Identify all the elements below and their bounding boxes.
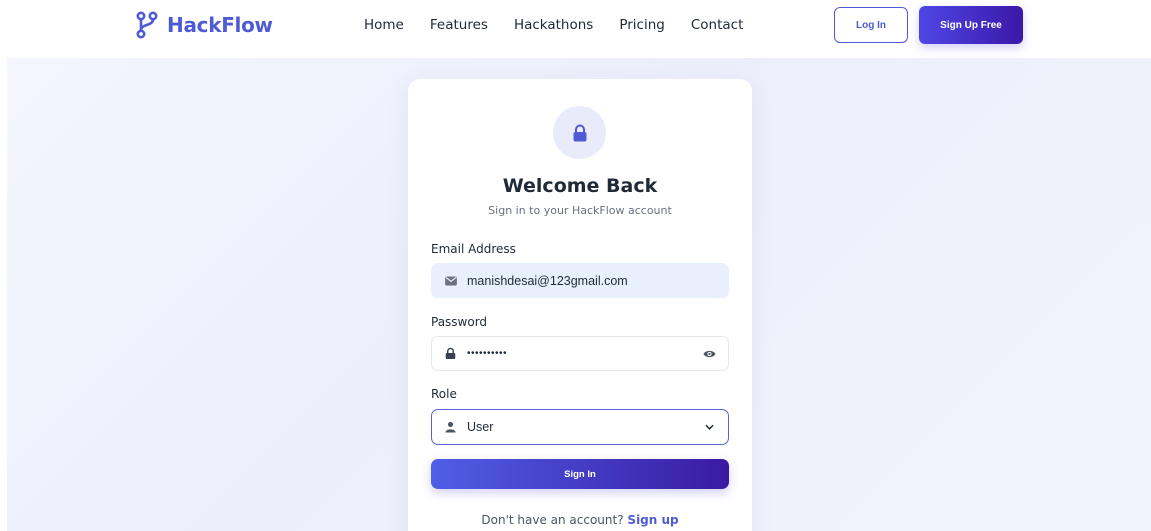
card-title: Welcome Back [502,175,658,197]
signup-link[interactable]: Sign up [627,513,678,527]
nav-pricing[interactable]: Pricing [619,17,665,33]
role-selected-value: User [467,420,494,434]
chevron-down-icon [702,421,716,433]
brand-name: HackFlow [167,13,273,37]
top-navbar: HackFlow Home Features Hackathons Pricin… [0,0,1151,58]
page-edge [0,58,7,531]
main-nav: Home Features Hackathons Pricing Contact [364,14,743,36]
user-icon [444,421,457,434]
nav-home[interactable]: Home [364,17,404,33]
login-button[interactable]: Log In [834,7,908,43]
lock-icon [444,347,457,360]
password-value: •••••••••• [467,348,508,359]
nav-features[interactable]: Features [430,17,488,33]
email-label: Email Address [431,242,516,256]
nav-hackathons[interactable]: Hackathons [514,17,593,33]
role-select[interactable]: User [431,409,729,445]
branch-icon [136,11,158,39]
login-card: Welcome Back Sign in to your HackFlow ac… [408,79,752,531]
password-field[interactable]: •••••••••• [431,336,729,371]
lock-badge [553,106,606,159]
envelope-icon [444,274,457,287]
nav-contact[interactable]: Contact [691,17,744,33]
lock-icon [573,124,586,141]
card-subtitle: Sign in to your HackFlow account [488,204,672,217]
password-label: Password [431,315,488,329]
eye-icon[interactable] [702,348,716,360]
signup-prompt-text: Don't have an account? [481,513,624,527]
email-value: manishdesai@123gmail.com [467,273,628,288]
brand-logo[interactable]: HackFlow [135,10,273,40]
role-label: Role [431,387,457,401]
email-field[interactable]: manishdesai@123gmail.com [431,263,729,298]
signup-prompt: Don't have an account? Sign up [408,513,752,527]
signup-free-button[interactable]: Sign Up Free [919,6,1023,44]
sign-in-button[interactable]: Sign In [431,459,729,489]
